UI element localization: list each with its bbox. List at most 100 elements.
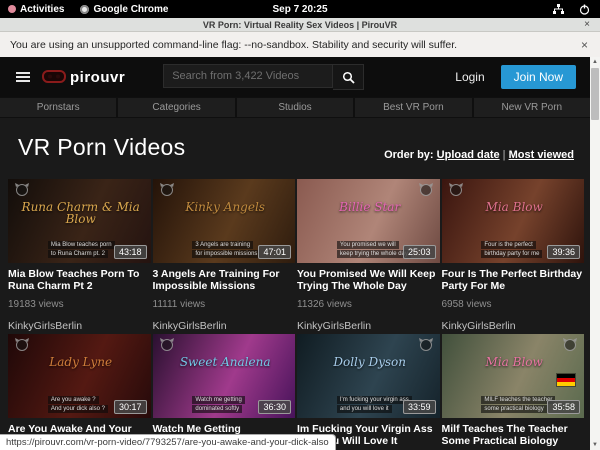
menu-hamburger-icon[interactable] — [14, 70, 32, 84]
studio-watermark-cat-icon — [14, 338, 30, 351]
search-input[interactable] — [163, 64, 333, 88]
thumbnail-model-name: Billie Star — [308, 201, 431, 214]
studio-watermark-cat-icon — [159, 183, 175, 196]
thumbnail-caption: I'm fucking your virgin assand you will … — [337, 396, 412, 413]
duration-badge: 39:36 — [547, 245, 580, 259]
nav-item-best-vr[interactable]: Best VR Porn — [355, 98, 471, 117]
page-scrollbar[interactable]: ▲ ▼ — [590, 57, 600, 450]
studio-watermark-cat-icon — [418, 338, 434, 351]
video-card: Kinky Angels 3 Angels are trainingfor im… — [153, 179, 296, 332]
video-card: Billie Star You promised we willkeep try… — [297, 179, 440, 332]
order-link-upload-date[interactable]: Upload date — [437, 149, 500, 161]
nav-item-pornstars[interactable]: Pornstars — [0, 98, 116, 117]
scroll-up-icon[interactable]: ▲ — [592, 57, 598, 67]
duration-badge: 30:17 — [114, 400, 147, 414]
video-card: Mia Blow Four is the perfectbirthday par… — [442, 179, 585, 332]
focused-app-label: Google Chrome — [93, 4, 168, 15]
video-views: 19183 views — [8, 299, 151, 310]
video-thumbnail[interactable]: Dolly Dyson I'm fucking your virgin assa… — [297, 334, 440, 418]
search-bar — [163, 64, 364, 90]
site-logo[interactable]: pirouvr — [42, 69, 125, 86]
studio-watermark-cat-icon — [159, 338, 175, 351]
studio-link[interactable]: KinkyGirlsBerlin — [442, 320, 585, 332]
video-views: 11111 views — [153, 299, 296, 310]
studio-link[interactable]: KinkyGirlsBerlin — [297, 320, 440, 332]
studio-link[interactable]: KinkyGirlsBerlin — [153, 320, 296, 332]
video-thumbnail[interactable]: Runa Charm & Mia Blow Mia Blow teaches p… — [8, 179, 151, 263]
duration-badge: 35:58 — [547, 400, 580, 414]
focused-app-menu[interactable]: Google Chrome — [72, 4, 176, 15]
video-card: Lady Lyne Are you awake ?And your dick a… — [8, 334, 151, 450]
thumbnail-caption: 3 Angels are trainingfor impossible miss… — [192, 241, 260, 258]
thumbnail-caption: MILF teaches the teachersome practical b… — [481, 396, 555, 413]
activities-button[interactable]: Activities — [0, 4, 72, 15]
video-title[interactable]: You Promised We Will Keep Trying The Who… — [297, 269, 440, 292]
thumbnail-caption: Watch me gettingdominated softly — [192, 396, 244, 413]
browser-tab-strip: VR Porn: Virtual Reality Sex Videos | Pi… — [0, 18, 600, 32]
video-thumbnail[interactable]: Sweet Analena Watch me gettingdominated … — [153, 334, 296, 418]
search-button[interactable] — [333, 64, 364, 90]
video-thumbnail[interactable]: Mia Blow MILF teaches the teachersome pr… — [442, 334, 585, 418]
site-header: pirouvr Login Join Now — [0, 57, 590, 97]
login-button[interactable]: Login — [455, 70, 484, 84]
nav-item-new-vr[interactable]: New VR Porn — [474, 98, 590, 117]
video-title[interactable]: Four Is The Perfect Birthday Party For M… — [442, 269, 585, 292]
video-thumbnail[interactable]: Mia Blow Four is the perfectbirthday par… — [442, 179, 585, 263]
tab-close-icon[interactable]: × — [584, 18, 590, 31]
studio-watermark-cat-icon — [448, 183, 464, 196]
order-link-most-viewed[interactable]: Most viewed — [509, 149, 574, 161]
thumbnail-caption: Four is the perfectbirthday party for me — [481, 241, 542, 258]
video-title[interactable]: Milf Teaches The Teacher Some Practical … — [442, 424, 585, 447]
thumbnail-model-name: Mia Blow — [453, 356, 576, 369]
scroll-down-icon[interactable]: ▼ — [592, 440, 598, 450]
duration-badge: 36:30 — [258, 400, 291, 414]
duration-badge: 43:18 — [114, 245, 147, 259]
thumbnail-model-name: Runa Charm & Mia Blow — [19, 201, 142, 226]
video-title[interactable]: Mia Blow Teaches Porn To Runa Charm Pt 2 — [8, 269, 151, 292]
video-thumbnail[interactable]: Kinky Angels 3 Angels are trainingfor im… — [153, 179, 296, 263]
thumbnail-model-name: Mia Blow — [453, 201, 576, 214]
thumbnail-model-name: Dolly Dyson — [308, 356, 431, 369]
studio-watermark-cat-icon — [562, 338, 578, 351]
video-card: Sweet Analena Watch me gettingdominated … — [153, 334, 296, 450]
network-icon[interactable] — [552, 4, 565, 15]
video-grid: Runa Charm & Mia Blow Mia Blow teaches p… — [0, 175, 590, 450]
site-logo-text: pirouvr — [70, 69, 125, 86]
nav-item-studios[interactable]: Studios — [237, 98, 353, 117]
order-by: Order by: Upload date | Most viewed — [384, 149, 574, 161]
thumbnail-caption: Are you awake ?And your dick also ? — [48, 396, 108, 413]
order-by-label: Order by: — [384, 149, 434, 161]
status-url-bubble: https://pirouvr.com/vr-porn-video/779325… — [0, 434, 336, 450]
activities-label: Activities — [20, 4, 64, 15]
studio-watermark-cat-icon — [14, 183, 30, 196]
power-icon[interactable] — [579, 4, 590, 15]
thumbnail-model-name: Sweet Analena — [164, 356, 287, 369]
nav-item-categories[interactable]: Categories — [118, 98, 234, 117]
tab-title[interactable]: VR Porn: Virtual Reality Sex Videos | Pi… — [0, 20, 600, 30]
infobar-message: You are using an unsupported command-lin… — [10, 39, 457, 51]
gnome-top-bar: Activities Google Chrome Sep 7 20:25 — [0, 0, 600, 18]
studio-watermark-cat-icon — [418, 183, 434, 196]
web-page: pirouvr Login Join Now Pornstars Categor… — [0, 57, 590, 450]
video-card: Mia Blow MILF teaches the teachersome pr… — [442, 334, 585, 450]
thumbnail-model-name: Lady Lyne — [19, 356, 142, 369]
duration-badge: 33:59 — [403, 400, 436, 414]
join-now-button[interactable]: Join Now — [501, 65, 576, 89]
thumbnail-caption: Mia Blow teaches pornto Runa Charm pt. 2 — [48, 241, 115, 258]
main-nav: Pornstars Categories Studios Best VR Por… — [0, 97, 590, 118]
duration-badge: 47:01 — [258, 245, 291, 259]
german-flag — [556, 373, 576, 387]
chrome-infobar: You are using an unsupported command-lin… — [0, 32, 600, 59]
scrollbar-thumb[interactable] — [591, 68, 599, 120]
video-card: Dolly Dyson I'm fucking your virgin assa… — [297, 334, 440, 450]
video-views: 6958 views — [442, 299, 585, 310]
video-thumbnail[interactable]: Billie Star You promised we willkeep try… — [297, 179, 440, 263]
page-title: VR Porn Videos — [18, 134, 185, 161]
video-title[interactable]: 3 Angels Are Training For Impossible Mis… — [153, 269, 296, 292]
infobar-close-icon[interactable]: × — [581, 38, 588, 52]
recording-indicator-icon — [8, 5, 16, 13]
search-icon — [342, 71, 355, 84]
studio-link[interactable]: KinkyGirlsBerlin — [8, 320, 151, 332]
video-thumbnail[interactable]: Lady Lyne Are you awake ?And your dick a… — [8, 334, 151, 418]
thumbnail-model-name: Kinky Angels — [164, 201, 287, 214]
